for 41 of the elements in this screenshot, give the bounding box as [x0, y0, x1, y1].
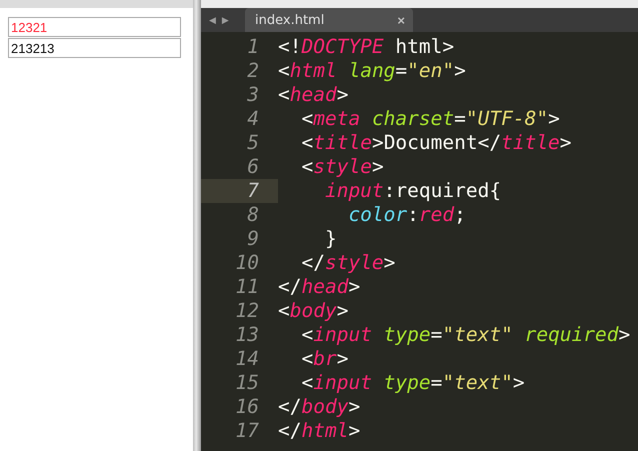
code-line: input:required{	[324, 179, 502, 203]
window-splitter[interactable]	[193, 0, 201, 451]
line-number: 4	[246, 107, 260, 131]
code-line: <style>	[300, 155, 384, 179]
line-number: 1	[246, 35, 260, 59]
line-number: 16	[234, 395, 260, 419]
line-number: 9	[246, 227, 260, 251]
line-number: 7	[201, 179, 278, 203]
code-line: <input type="text" required>	[300, 323, 630, 347]
code-line: <title>Document</title>	[300, 131, 572, 155]
file-tab[interactable]: index.html ×	[245, 8, 413, 32]
line-number: 12	[234, 299, 260, 323]
code-line: <head>	[278, 83, 348, 107]
line-number: 17	[234, 419, 260, 443]
code-line: <meta charset="UTF-8">	[300, 107, 560, 131]
code-line: </html>	[278, 419, 360, 443]
code-line: <body>	[278, 299, 348, 323]
line-number: 15	[234, 371, 260, 395]
line-number: 8	[246, 203, 260, 227]
line-number: 3	[246, 83, 260, 107]
code-line: </head>	[278, 275, 360, 299]
code-line: <!DOCTYPE html>	[278, 35, 454, 59]
code-line: <br>	[300, 347, 348, 371]
line-number: 11	[234, 275, 260, 299]
line-number: 2	[246, 59, 260, 83]
code-line: <input type="text">	[300, 371, 525, 395]
input-field[interactable]: 12321	[8, 17, 181, 37]
code-line: color:red;	[347, 203, 466, 227]
tab-nav-button[interactable]: ◀	[209, 16, 216, 26]
close-button[interactable]: ×	[397, 12, 405, 28]
line-number: 13	[234, 323, 260, 347]
code-line: <html lang="en">	[278, 59, 466, 83]
code-line: }	[324, 227, 337, 251]
line-number: 14	[234, 347, 260, 371]
tab-nav-button[interactable]: ▶	[222, 16, 229, 26]
line-number: 6	[246, 155, 260, 179]
input-field[interactable]: 213213	[8, 38, 181, 58]
code-line: </body>	[278, 395, 360, 419]
line-number: 10	[234, 251, 260, 275]
line-number: 5	[246, 131, 260, 155]
code-line: </style>	[300, 251, 396, 275]
